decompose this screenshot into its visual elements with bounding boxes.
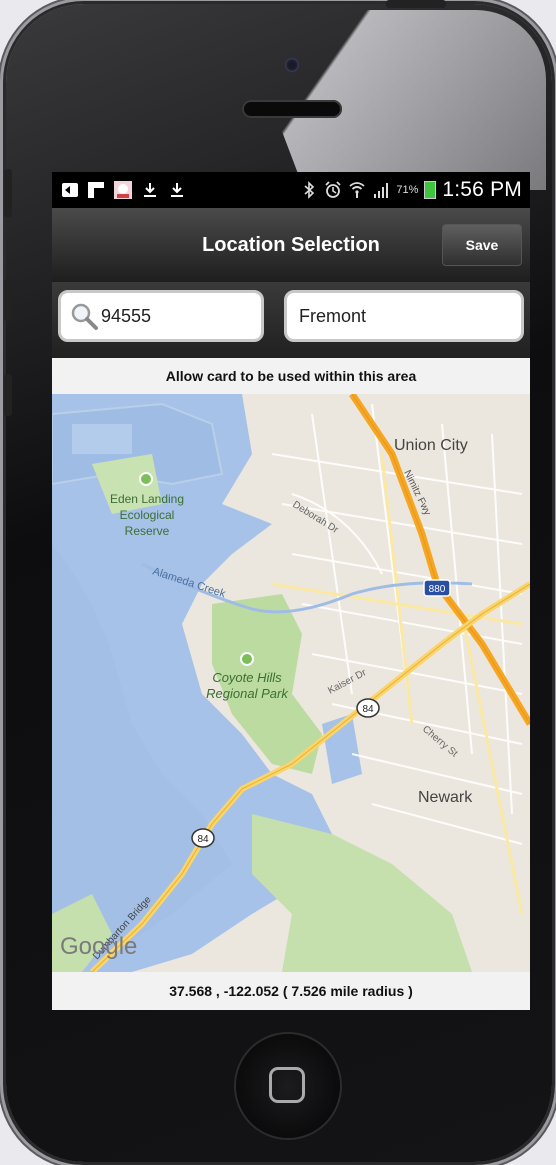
status-bar: 71% 1:56 PM (52, 172, 530, 208)
park-marker-icon (240, 652, 254, 666)
label-newark: Newark (418, 789, 473, 806)
back-arrow-icon (60, 181, 78, 199)
route84-shield-b: 84 (191, 828, 215, 848)
front-camera (285, 58, 299, 72)
title-bar: Location Selection Save (52, 208, 530, 282)
power-button (386, 0, 446, 8)
label-eden-landing: Eden Landing (110, 492, 184, 506)
label-ecological: Ecological (120, 508, 175, 522)
route84-shield-a: 84 (356, 698, 380, 718)
app-screen: 71% 1:56 PM Location Selection Save 9455… (52, 172, 530, 1010)
search-icon (71, 303, 98, 330)
map-caption: Allow card to be used within this area (52, 358, 530, 394)
wifi-icon (348, 181, 366, 199)
earpiece-speaker (242, 100, 342, 118)
clock: 1:56 PM (442, 178, 522, 201)
label-reserve: Reserve (125, 524, 170, 538)
zip-value: 94555 (101, 306, 152, 326)
label-union-city: Union City (394, 437, 468, 454)
label-route84-b: 84 (197, 834, 209, 845)
city-value: Fremont (299, 306, 367, 326)
signal-icon (372, 181, 390, 199)
label-i880: 880 (429, 584, 446, 595)
download-icon (141, 181, 159, 199)
save-button[interactable]: Save (442, 224, 522, 266)
home-button[interactable] (236, 1034, 340, 1138)
i880-shield: 880 (423, 579, 451, 597)
search-bar: 94555 Fremont (52, 282, 530, 358)
park-marker-icon (139, 472, 153, 486)
battery-percent: 71% (396, 184, 419, 196)
city-input[interactable]: Fremont (284, 290, 524, 342)
flipboard-icon (87, 181, 105, 199)
map-view[interactable]: Union City Eden Landing Ecological Reser… (52, 394, 530, 972)
map-canvas: Union City Eden Landing Ecological Reser… (52, 394, 530, 972)
label-route84-a: 84 (362, 704, 374, 715)
bluetooth-icon (300, 181, 318, 199)
volume-down-button (4, 374, 12, 416)
volume-up-button (4, 279, 12, 321)
alarm-icon (324, 181, 342, 199)
download-icon (168, 181, 186, 199)
label-coyote-hills: Coyote Hills (212, 670, 282, 685)
zip-input[interactable]: 94555 (58, 290, 264, 342)
coordinates-readout: 37.568 , -122.052 ( 7.526 mile radius ) (52, 972, 530, 1010)
mute-switch (4, 169, 12, 217)
google-logo: Google (60, 933, 137, 960)
home-square-icon (269, 1067, 305, 1103)
app-icon (114, 181, 132, 199)
battery-icon (424, 181, 437, 199)
label-regional-park: Regional Park (206, 686, 289, 701)
